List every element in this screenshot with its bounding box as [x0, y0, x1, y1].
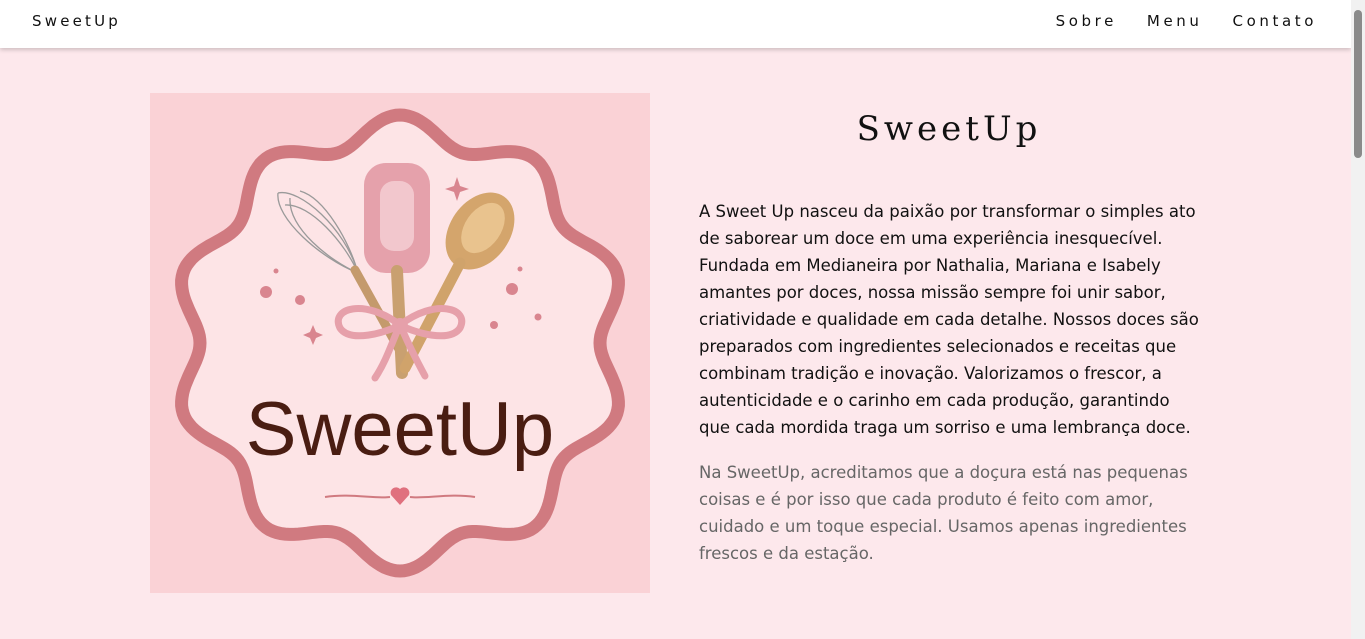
logo-wordmark: SweetUp [246, 387, 554, 472]
nav-link-contato[interactable]: Contato [1233, 12, 1318, 30]
dot-icon [490, 321, 498, 329]
scrollbar-thumb[interactable] [1354, 10, 1362, 158]
about-paragraph-2: Na SweetUp, acreditamos que a doçura est… [699, 463, 1188, 563]
page-scrollbar[interactable] [1351, 0, 1365, 639]
dot-icon [517, 266, 523, 272]
nav-link-sobre[interactable]: Sobre [1056, 12, 1117, 30]
nav-link-menu[interactable]: Menu [1147, 12, 1203, 30]
nav-links: Sobre Menu Contato [1056, 12, 1317, 30]
about-content: SweetUp A Sweet Up nasceu da paixão por … [699, 93, 1199, 567]
dot-icon [506, 283, 518, 295]
page-title: SweetUp [856, 109, 1042, 149]
brand-link[interactable]: SweetUp [32, 12, 121, 30]
sweetup-logo-graphic: SweetUp [175, 108, 625, 578]
top-navbar: SweetUp Sobre Menu Contato [0, 0, 1351, 48]
about-paragraph-1: A Sweet Up nasceu da paixão por transfor… [699, 202, 1199, 437]
dot-icon [534, 313, 542, 321]
logo-image: SweetUp [150, 93, 650, 593]
dot-icon [260, 286, 272, 298]
dot-icon [273, 268, 279, 274]
dot-icon [295, 295, 305, 305]
